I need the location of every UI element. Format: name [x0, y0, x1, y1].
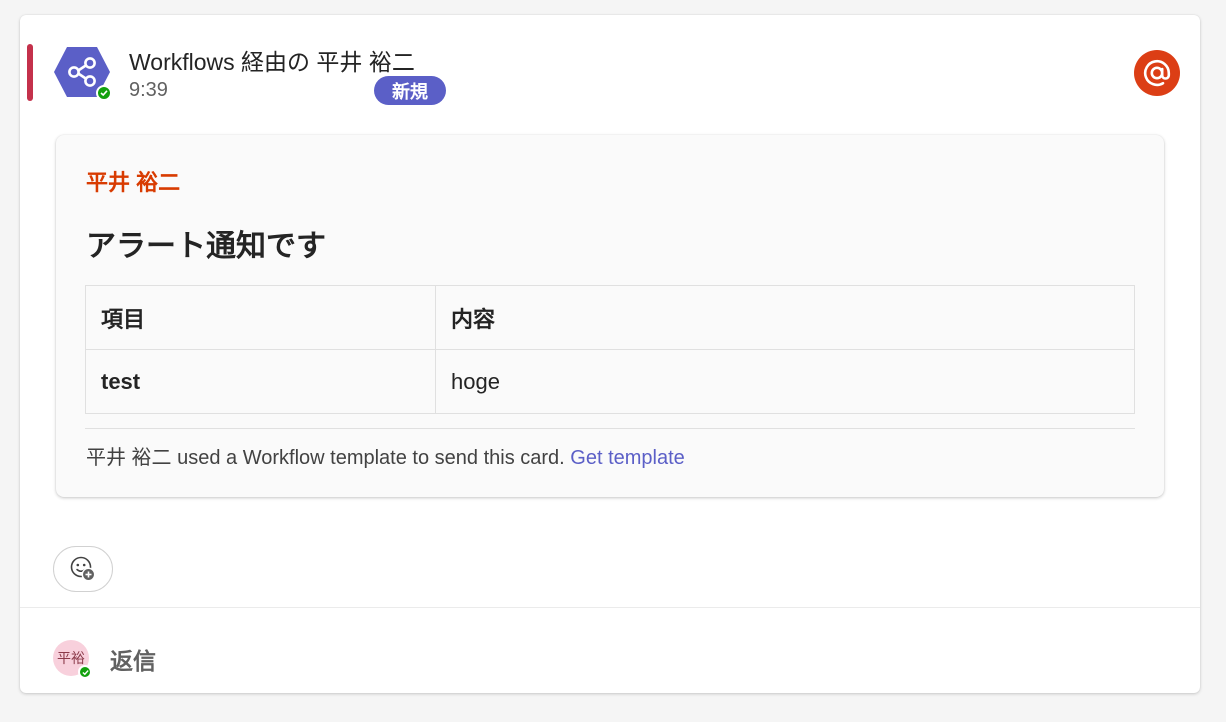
table-header-cell: 項目	[85, 285, 436, 350]
get-template-link[interactable]: Get template	[570, 447, 685, 469]
reply-divider	[20, 607, 1200, 608]
card-footer: 平井 裕二 used a Workflow template to send t…	[86, 441, 685, 470]
message-post: Workflows 経由の 平井 裕二 9:39 新規 平井 裕二 アラート通知…	[20, 15, 1200, 693]
card-footer-text: 平井 裕二 used a Workflow template to send t…	[86, 447, 565, 469]
workflows-bot-avatar[interactable]	[53, 45, 112, 101]
add-reaction-button[interactable]	[53, 546, 113, 592]
adaptive-card: 平井 裕二 アラート通知です 項目 内容 test hoge 平井 裕二 use…	[56, 135, 1164, 497]
add-reaction-icon	[70, 556, 96, 582]
table-header-cell: 内容	[435, 285, 1135, 350]
card-author: 平井 裕二	[86, 170, 181, 195]
new-badge: 新規	[374, 76, 446, 105]
table-row: test hoge	[85, 349, 1135, 414]
presence-available-icon	[96, 85, 112, 101]
table-cell: test	[85, 349, 436, 414]
card-divider	[85, 428, 1135, 429]
presence-available-icon	[78, 665, 92, 679]
reply-button[interactable]: 返信	[110, 642, 156, 676]
sender-name[interactable]: Workflows 経由の 平井 裕二	[129, 43, 415, 77]
card-table: 項目 内容 test hoge	[85, 285, 1135, 414]
card-title: アラート通知です	[86, 230, 326, 263]
at-mention-icon	[1134, 50, 1180, 96]
message-timestamp: 9:39	[129, 79, 168, 101]
avatar: 平裕	[53, 640, 92, 679]
table-header-row: 項目 内容	[85, 285, 1135, 350]
mention-indicator-bar	[27, 44, 33, 101]
table-cell: hoge	[435, 349, 1135, 414]
